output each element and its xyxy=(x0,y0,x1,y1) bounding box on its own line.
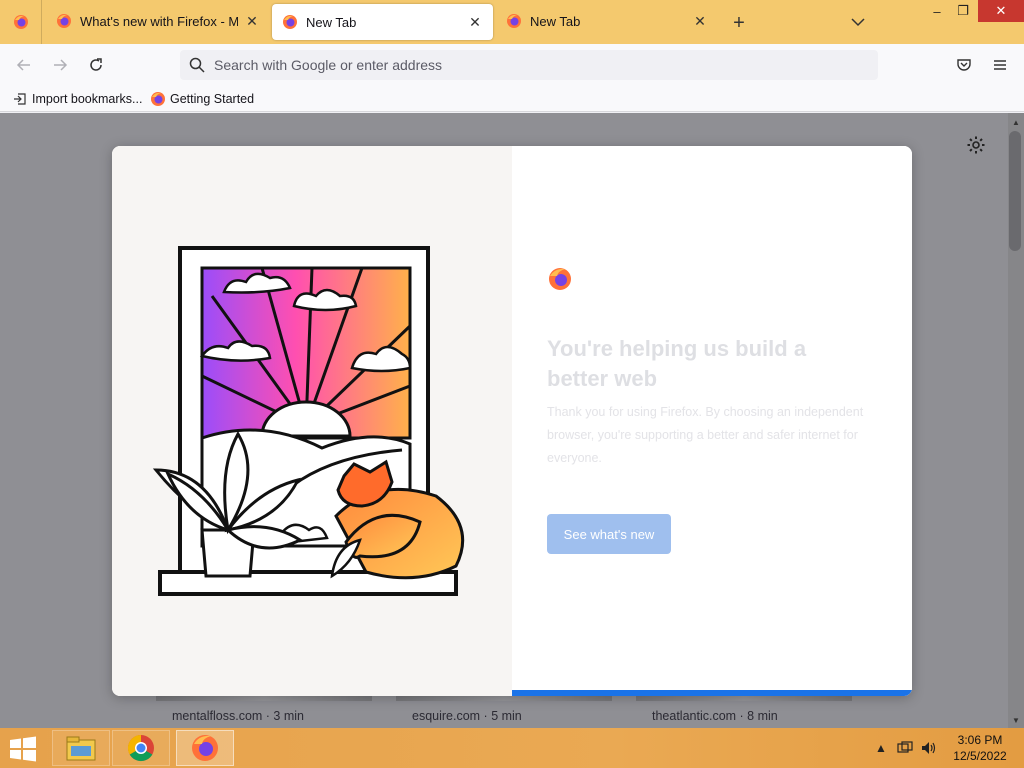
restore-button[interactable]: ❐ xyxy=(948,0,978,22)
back-arrow-icon xyxy=(16,59,30,71)
tab-bar: What's new with Firefox - More ✕ New Tab… xyxy=(0,0,1024,44)
pocket-icon xyxy=(957,59,971,71)
story-source: esquire.com · 5 min xyxy=(412,709,522,723)
firefox-icon xyxy=(57,14,71,28)
modal-content-panel: You're helping us build a better web Tha… xyxy=(512,146,912,696)
firefox-icon xyxy=(150,91,166,107)
taskbar-file-explorer[interactable] xyxy=(52,730,110,766)
bookmarks-toolbar: Import bookmarks... Getting Started xyxy=(0,86,1024,112)
modal-illustration-panel xyxy=(112,146,512,696)
clock-time: 3:06 PM xyxy=(957,733,1003,747)
bookmark-label: Getting Started xyxy=(170,92,255,106)
windows-taskbar: ▲ 3:06 PM 12/5/2022 xyxy=(0,728,1024,768)
network-icon[interactable] xyxy=(896,738,914,758)
forward-button[interactable] xyxy=(48,53,72,77)
gear-icon[interactable] xyxy=(966,135,986,155)
back-button[interactable] xyxy=(12,53,36,77)
firefox-icon xyxy=(13,15,28,29)
taskbar-chrome[interactable] xyxy=(112,730,170,766)
pocket-button[interactable] xyxy=(952,53,976,77)
file-explorer-icon xyxy=(66,736,96,761)
navigation-toolbar xyxy=(0,44,1024,86)
close-tab-icon[interactable]: ✕ xyxy=(244,13,260,29)
story-source: theatlantic.com · 8 min xyxy=(652,709,778,723)
firefox-icon xyxy=(283,15,297,29)
system-clock[interactable]: 3:06 PM 12/5/2022 xyxy=(948,732,1012,764)
window-fox-illustration xyxy=(152,246,465,596)
scrollbar-thumb[interactable] xyxy=(1009,131,1021,251)
tab-label: What's new with Firefox - More xyxy=(80,13,238,29)
tab-label: New Tab xyxy=(306,14,357,30)
windows-start-icon[interactable] xyxy=(8,736,38,762)
scroll-up-arrow-icon[interactable]: ▲ xyxy=(1008,115,1024,129)
scroll-down-arrow-icon[interactable]: ▼ xyxy=(1008,713,1024,727)
see-whats-new-button[interactable]: See what's new xyxy=(547,514,671,554)
modal-body-text: Thank you for using Firefox. By choosing… xyxy=(547,405,864,465)
close-window-button[interactable]: ✕ xyxy=(978,0,1024,22)
taskbar-firefox[interactable] xyxy=(176,730,234,766)
app-menu-button[interactable] xyxy=(988,53,1012,77)
bookmark-getting-started[interactable]: Getting Started xyxy=(150,90,254,108)
firefox-logo-icon xyxy=(549,268,571,290)
chevron-down-icon xyxy=(851,18,865,27)
volume-icon[interactable] xyxy=(920,738,938,758)
tab-new-tab-active[interactable]: New Tab ✕ xyxy=(272,4,493,40)
pinned-tab[interactable] xyxy=(0,0,42,44)
story-source: mentalfloss.com · 3 min xyxy=(172,709,304,723)
bookmark-import[interactable]: Import bookmarks... xyxy=(12,90,142,108)
close-tab-icon[interactable]: ✕ xyxy=(467,14,483,30)
onboarding-progress-bar xyxy=(512,690,912,696)
firefox-icon xyxy=(507,14,521,28)
clock-date: 12/5/2022 xyxy=(953,749,1007,763)
reload-button[interactable] xyxy=(84,53,108,77)
tab-whats-new[interactable]: What's new with Firefox - More ✕ xyxy=(46,2,270,40)
forward-arrow-icon xyxy=(54,59,68,71)
hamburger-menu-icon xyxy=(994,60,1006,70)
new-tab-button[interactable]: + xyxy=(728,12,750,34)
tab-label: New Tab xyxy=(530,13,581,29)
reload-icon xyxy=(90,58,102,71)
import-icon xyxy=(12,91,28,107)
tab-new-tab[interactable]: New Tab ✕ xyxy=(496,2,718,40)
close-tab-icon[interactable]: ✕ xyxy=(692,13,708,29)
address-bar[interactable] xyxy=(180,50,878,80)
search-icon xyxy=(189,57,205,73)
url-input[interactable] xyxy=(214,57,854,73)
chrome-icon xyxy=(127,734,154,762)
bookmark-label: Import bookmarks... xyxy=(32,92,143,106)
modal-title: You're helping us build a better web xyxy=(547,336,807,391)
show-hidden-icons-icon[interactable]: ▲ xyxy=(874,738,888,758)
firefox-icon xyxy=(192,735,218,761)
list-all-tabs-button[interactable] xyxy=(848,12,868,32)
onboarding-modal: You're helping us build a better web Tha… xyxy=(112,146,912,696)
